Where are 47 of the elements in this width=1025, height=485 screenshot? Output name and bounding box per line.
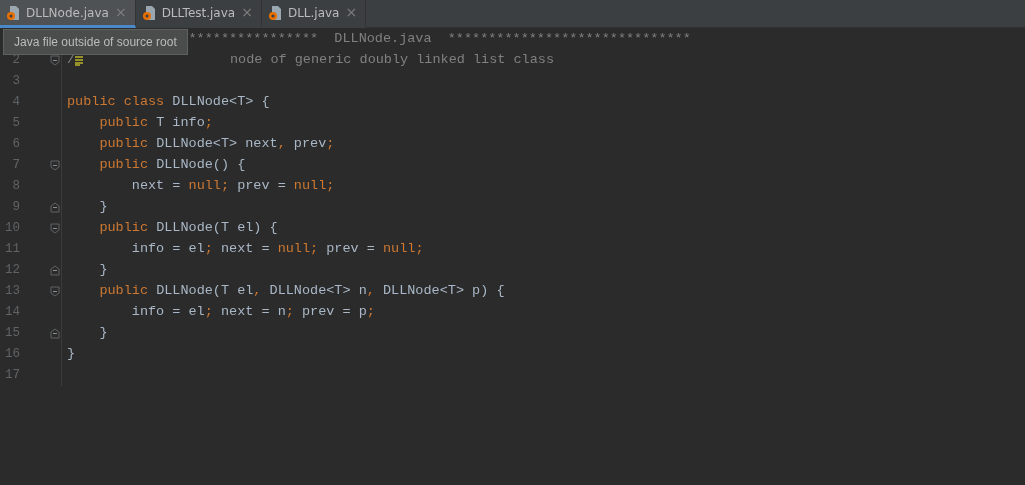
close-icon[interactable]: × (345, 2, 358, 23)
code-line: public DLLNode() { (98, 156, 246, 175)
fold-marker-icon[interactable] (49, 286, 60, 297)
code-line: info = el; next = null; prev = null; (130, 240, 424, 259)
line-number: 14 (4, 304, 21, 322)
line-number: 11 (4, 241, 21, 259)
line-number: 10 (4, 220, 21, 238)
fold-marker-icon[interactable] (49, 328, 60, 339)
line-number: 15 (4, 325, 21, 343)
code-text: node of generic doubly linked list class (228, 51, 554, 70)
code-line: public T info; (98, 114, 213, 133)
line-number: 13 (4, 283, 21, 301)
code-line: public DLLNode<T> next, prev; (98, 135, 335, 154)
line-number: 8 (11, 178, 21, 196)
line-number: 7 (11, 157, 21, 175)
code-line: } (66, 345, 76, 364)
code-line: next = null; prev = null; (130, 177, 335, 196)
line-number: 17 (4, 367, 21, 385)
code-line: } (98, 261, 108, 280)
fold-marker-icon[interactable] (49, 265, 60, 276)
fold-marker-icon[interactable] (49, 223, 60, 234)
line-number: 4 (11, 94, 21, 112)
java-file-icon (141, 4, 156, 21)
fold-marker-icon[interactable] (49, 55, 60, 66)
line-number: 5 (11, 115, 21, 133)
line-number: 12 (4, 262, 21, 280)
code-line: } (98, 324, 108, 343)
line-number: 9 (11, 199, 21, 217)
java-file-icon (6, 4, 20, 21)
code-line: **************** DLLNode.java ****************************** (187, 30, 691, 49)
fold-marker-icon[interactable] (49, 202, 60, 213)
code-line: public DLLNode(T el) { (98, 219, 278, 238)
line-number: 3 (11, 73, 21, 91)
tooltip: Java file outside of source root (3, 29, 188, 55)
code-line: public DLLNode(T el, DLLNode<T> n, DLLNode<T> p) { (98, 282, 505, 301)
line-number: 16 (4, 346, 21, 364)
line-number: 6 (11, 136, 21, 154)
file-tab[interactable]: DLLTest.java × (135, 0, 262, 28)
java-file-icon (267, 4, 282, 21)
code-line: public class DLLNode<T> { (66, 93, 270, 112)
code-line: } (98, 198, 108, 217)
file-tab[interactable]: DLLNode.java × (0, 0, 136, 28)
code-line: info = el; next = n; prev = p; (130, 303, 375, 322)
fold-marker-icon[interactable] (49, 160, 60, 171)
doc-comment-icon[interactable] (75, 55, 85, 66)
file-tab[interactable]: DLL.java × (261, 0, 367, 28)
close-icon[interactable]: × (241, 2, 253, 23)
